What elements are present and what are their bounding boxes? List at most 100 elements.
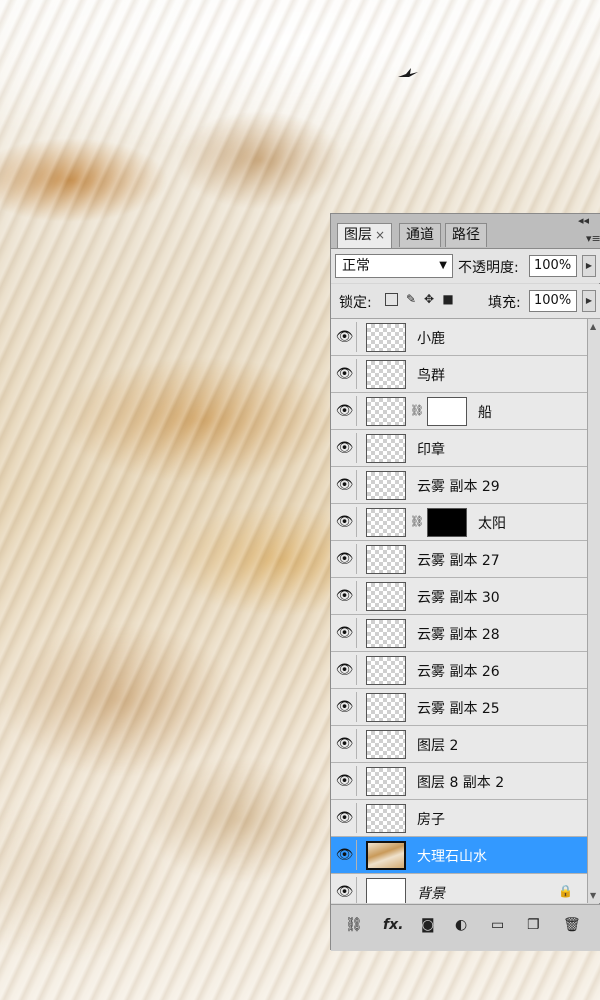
layer-thumbnail (366, 878, 406, 903)
eye-icon[interactable]: 👁 (333, 544, 357, 574)
new-layer-icon[interactable]: ❐ (527, 917, 540, 933)
panel-menu-icon[interactable]: ▾≡ (586, 232, 600, 245)
layer-name: 房子 (417, 812, 445, 828)
layers-scrollbar[interactable]: ▲ ▼ (587, 319, 600, 903)
eye-icon[interactable]: 👁 (333, 618, 357, 648)
tab-paths[interactable]: 路径 (445, 223, 487, 247)
layer-thumbnail (366, 545, 406, 574)
eye-icon[interactable]: 👁 (333, 692, 357, 722)
layer-mask-thumbnail[interactable] (427, 508, 467, 537)
layer-mask-thumbnail[interactable] (427, 397, 467, 426)
layer-thumbnail (366, 693, 406, 722)
scroll-up-icon[interactable]: ▲ (590, 322, 596, 331)
lock-icon: 🔒 (558, 884, 573, 898)
eye-icon[interactable]: 👁 (333, 359, 357, 389)
lock-brush-icon[interactable]: ✎ (404, 292, 418, 306)
layer-name: 云雾 副本 28 (417, 627, 500, 643)
tab-channels-label: 通道 (406, 227, 434, 243)
lock-transparency-icon[interactable] (385, 293, 398, 306)
layer-name: 太阳 (478, 516, 506, 532)
layer-name: 云雾 副本 26 (417, 664, 500, 680)
layer-row[interactable]: 👁 图层 8 副本 2 (331, 763, 587, 800)
layer-name: 图层 8 副本 2 (417, 775, 505, 791)
layer-thumbnail (366, 360, 406, 389)
lock-move-icon[interactable]: ✥ (422, 292, 436, 306)
bird-silhouette (398, 68, 418, 77)
layer-thumbnail (366, 619, 406, 648)
layer-row[interactable]: 👁 ⛓ 船 (331, 393, 587, 430)
layer-name: 小鹿 (417, 331, 445, 347)
tab-close-icon[interactable]: × (375, 228, 385, 242)
layer-thumbnail (366, 508, 406, 537)
eye-icon[interactable]: 👁 (333, 766, 357, 796)
lock-all-icon[interactable]: ■ (441, 292, 455, 306)
layer-row[interactable]: 👁 云雾 副本 27 (331, 541, 587, 578)
layer-row[interactable]: 👁 房子 (331, 800, 587, 837)
layers-footer-toolbar: ⛓ fx. ◙ ◐ ▭ ❐ 🗑 (331, 904, 600, 951)
eye-icon[interactable]: 👁 (333, 803, 357, 833)
layer-thumbnail (366, 471, 406, 500)
link-chain-icon: ⛓ (410, 515, 424, 528)
eye-icon[interactable]: 👁 (333, 655, 357, 685)
opacity-label: 不透明度: (458, 260, 519, 276)
layer-row-selected[interactable]: 👁 大理石山水 (331, 837, 587, 874)
layer-row[interactable]: 👁 云雾 副本 30 (331, 578, 587, 615)
fill-label: 填充: (488, 295, 521, 311)
layer-row[interactable]: 👁 云雾 副本 25 (331, 689, 587, 726)
layer-thumbnail (366, 804, 406, 833)
trash-icon[interactable]: 🗑 (563, 917, 581, 933)
layer-row[interactable]: 👁 鸟群 (331, 356, 587, 393)
tab-channels[interactable]: 通道 (399, 223, 441, 247)
eye-icon[interactable]: 👁 (333, 840, 357, 870)
tab-layers-label: 图层 (344, 227, 372, 243)
layer-name: 云雾 副本 27 (417, 553, 500, 569)
layer-row[interactable]: 👁 ⛓ 太阳 (331, 504, 587, 541)
layer-row[interactable]: 👁 云雾 副本 29 (331, 467, 587, 504)
layer-row[interactable]: 👁 图层 2 (331, 726, 587, 763)
layer-thumbnail (366, 323, 406, 352)
eye-icon[interactable]: 👁 (333, 433, 357, 463)
panel-tab-bar: 图层 × 通道 路径 ◂◂ ▾≡ (331, 214, 600, 249)
layer-name: 背景 (417, 886, 445, 902)
opacity-input[interactable]: 100% (529, 255, 577, 277)
eye-icon[interactable]: 👁 (333, 877, 357, 903)
fill-input[interactable]: 100% (529, 290, 577, 312)
eye-icon[interactable]: 👁 (333, 322, 357, 352)
layer-thumbnail (366, 434, 406, 463)
blend-mode-value: 正常 (342, 258, 370, 274)
opacity-slider-arrow-icon[interactable]: ▶ (582, 255, 596, 277)
eye-icon[interactable]: 👁 (333, 581, 357, 611)
eye-icon[interactable]: 👁 (333, 507, 357, 537)
blend-mode-select[interactable]: 正常 ▼ (335, 254, 453, 278)
layer-name: 云雾 副本 25 (417, 701, 500, 717)
layer-row[interactable]: 👁 云雾 副本 28 (331, 615, 587, 652)
fx-icon[interactable]: fx. (383, 917, 403, 933)
layer-name: 图层 2 (417, 738, 459, 754)
layer-name: 印章 (417, 442, 445, 458)
layers-list: 👁 小鹿 👁 鸟群 👁 ⛓ 船 👁 印章 👁 云雾 副本 29 👁 ⛓ 太阳 👁… (331, 319, 587, 903)
eye-icon[interactable]: 👁 (333, 396, 357, 426)
new-group-icon[interactable]: ▭ (491, 917, 504, 933)
adjustment-layer-icon[interactable]: ◐ (455, 917, 467, 933)
lock-label: 锁定: (339, 295, 372, 311)
eye-icon[interactable]: 👁 (333, 729, 357, 759)
layer-row[interactable]: 👁 云雾 副本 26 (331, 652, 587, 689)
layer-thumbnail (366, 656, 406, 685)
layer-thumbnail (366, 730, 406, 759)
blend-opacity-row: 正常 ▼ 不透明度: 100% ▶ (331, 249, 600, 283)
layer-thumbnail (366, 397, 406, 426)
layer-row[interactable]: 👁 印章 (331, 430, 587, 467)
layer-name: 大理石山水 (417, 849, 487, 865)
fill-slider-arrow-icon[interactable]: ▶ (582, 290, 596, 312)
eye-icon[interactable]: 👁 (333, 470, 357, 500)
scroll-down-icon[interactable]: ▼ (590, 891, 596, 900)
link-layers-icon[interactable]: ⛓ (345, 917, 363, 933)
link-chain-icon: ⛓ (410, 404, 424, 417)
collapse-icon[interactable]: ◂◂ (578, 214, 589, 227)
layer-row[interactable]: 👁 背景 🔒 (331, 874, 587, 903)
tab-layers[interactable]: 图层 × (337, 223, 393, 248)
layer-row[interactable]: 👁 小鹿 (331, 319, 587, 356)
add-mask-icon[interactable]: ◙ (421, 917, 435, 933)
layer-name: 云雾 副本 30 (417, 590, 500, 606)
layer-name: 云雾 副本 29 (417, 479, 500, 495)
